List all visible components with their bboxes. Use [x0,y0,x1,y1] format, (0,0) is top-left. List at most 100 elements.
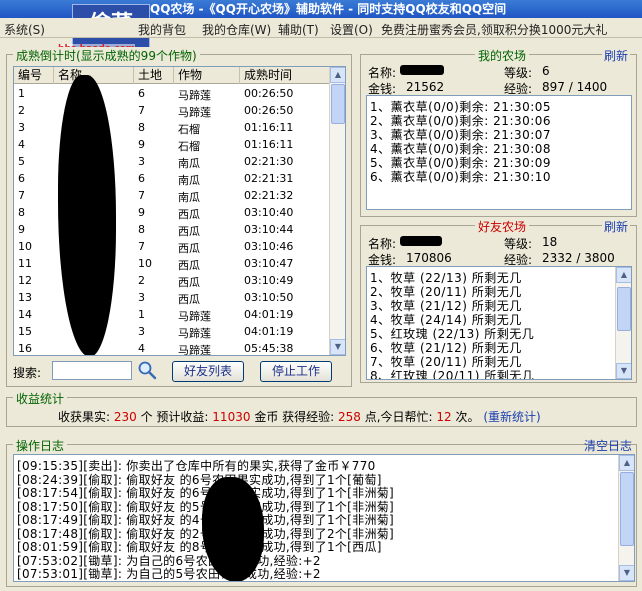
menu-register-promo[interactable]: 免费注册蜜秀会员,领取积分换1000元大礼 [381,21,607,37]
friend-farm-level: 18 [542,235,558,249]
cell-time: 01:16:11 [244,121,294,134]
friend-farm-name-label: 名称: [368,237,397,251]
search-label: 搜索: [13,366,42,380]
cell-crop: 南瓜 [178,157,200,170]
cell-land: 8 [138,223,145,236]
col-time[interactable]: 成熟时间 [240,67,330,84]
friend-list-scrollbar[interactable]: ▲ ▼ [615,267,631,379]
col-land[interactable]: 土地 [134,67,174,84]
cell-land: 9 [138,206,145,219]
cell-time: 02:21:32 [244,189,294,202]
menu-warehouse[interactable]: 我的仓库(W) [202,21,271,37]
scroll-thumb[interactable] [620,472,634,546]
menu-bar: 系统(S) 我的背包 我的仓库(W) 辅助(T) 设置(O) 免费注册蜜秀会员,… [0,18,642,38]
redaction-mark [400,236,442,246]
scroll-down-icon[interactable]: ▼ [619,565,634,581]
cell-time: 04:01:19 [244,308,294,321]
cell-crop: 西瓜 [178,293,200,306]
cell-land: 3 [138,325,145,338]
cell-id: 10 [18,240,32,253]
cell-crop: 南瓜 [178,174,200,187]
cell-time: 03:10:50 [244,291,294,304]
log-scrollbar[interactable]: ▲ ▼ [618,455,634,581]
cell-crop: 西瓜 [178,276,200,289]
stop-work-button[interactable]: 停止工作 [260,361,332,382]
cell-time: 03:10:46 [244,240,294,253]
cell-id: 3 [18,121,25,134]
stats-title: 收益统计 [13,390,68,407]
cell-id: 12 [18,274,32,287]
menu-system[interactable]: 系统(S) [4,21,45,37]
crop-countdown-title: 成熟倒计时(显示成熟的99个作物) [13,47,200,64]
friend-list-button[interactable]: 好友列表 [172,361,244,382]
cell-land: 7 [138,189,145,202]
scroll-thumb[interactable] [331,84,345,124]
magnifier-icon[interactable] [137,360,157,380]
cell-id: 15 [18,325,32,338]
scroll-up-icon[interactable]: ▲ [616,267,631,283]
list-item[interactable]: 6、薰衣草(0/0)剩余: 21:30:10 [370,168,551,185]
table-row[interactable]: 2 7 马蹄莲 00:26:50 [14,102,330,119]
cell-time: 03:10:49 [244,274,294,287]
cell-time: 04:01:19 [244,325,294,338]
cell-time: 03:10:40 [244,206,294,219]
cell-land: 9 [138,138,145,151]
scroll-down-icon[interactable]: ▼ [616,363,631,379]
cell-land: 3 [138,155,145,168]
col-crop[interactable]: 作物 [174,67,240,84]
harvest-count: 230 [113,410,137,424]
table-row[interactable]: 14 1 马蹄莲 04:01:19 [14,306,330,323]
scroll-up-icon[interactable]: ▲ [619,455,634,471]
exp-gain-value: 258 [338,410,361,424]
cell-land: 3 [138,291,145,304]
cell-time: 01:16:11 [244,138,294,151]
table-row[interactable]: 13 3 西瓜 03:10:50 [14,289,330,306]
cell-id: 7 [18,189,25,202]
log-list[interactable]: [09:15:35][卖出]: 你卖出了仓库中所有的果实,获得了金币￥770 [0… [13,454,635,582]
menu-assist[interactable]: 辅助(T) [278,21,319,37]
my-farm-name-label: 名称: [368,66,397,80]
menu-backpack[interactable]: 我的背包 [138,21,186,37]
table-row[interactable]: 1 6 马蹄莲 00:26:50 [14,85,330,102]
my-farm-title: 我的农场 [475,47,530,64]
help-tail: 次。 [455,410,480,424]
cell-id: 6 [18,172,25,185]
cell-land: 8 [138,121,145,134]
scroll-thumb[interactable] [617,287,631,331]
list-item[interactable]: 8、红玫瑰 (20/11) 所剩无几 [370,367,534,379]
redaction-mark [400,65,444,75]
help-label: 点,今日帮忙: [364,410,433,424]
col-id[interactable]: 编号 [14,67,54,84]
my-farm-refresh-button[interactable]: 刷新 [601,47,630,64]
cell-time: 00:26:50 [244,104,294,117]
my-farm-crop-list[interactable]: 1、薰衣草(0/0)剩余: 21:30:05 2、薰衣草(0/0)剩余: 21:3… [366,95,632,210]
table-row[interactable]: 15 3 马蹄莲 04:01:19 [14,323,330,340]
clear-log-button[interactable]: 清空日志 [584,437,632,454]
cell-crop: 南瓜 [178,191,200,204]
cell-land: 2 [138,274,145,287]
cell-time: 00:26:50 [244,87,294,100]
cell-land: 1 [138,308,145,321]
cell-time: 03:10:47 [244,257,294,270]
friend-farm-crop-list[interactable]: 1、牧草 (22/13) 所剩无几 2、牧草 (20/11) 所剩无几 3、牧草 (… [366,266,632,380]
help-count: 12 [436,410,452,424]
cell-id: 1 [18,87,25,100]
friend-farm-exp: 2332 / 3800 [542,251,615,265]
cell-crop: 马蹄莲 [178,89,211,102]
table-row[interactable]: 16 4 马蹄莲 05:45:38 [14,340,330,355]
cell-crop: 西瓜 [178,208,200,221]
scroll-down-icon[interactable]: ▼ [330,339,345,355]
cell-id: 8 [18,206,25,219]
my-farm-level-label: 等级: [504,66,533,80]
crop-table-scrollbar[interactable]: ▲ ▼ [329,67,345,355]
search-input[interactable] [52,361,132,380]
friend-farm-refresh-button[interactable]: 刷新 [601,218,630,235]
cell-crop: 石榴 [178,140,200,153]
cell-id: 14 [18,308,32,321]
reset-stats-link[interactable]: (重新统计) [483,410,540,424]
scroll-up-icon[interactable]: ▲ [330,67,345,83]
crop-table-header: 编号 名称 土地 作物 成熟时间 [14,67,330,84]
log-entry[interactable]: [07:53:01][锄草]: 为自己的5号农田锄草成功,经验:+2 [17,565,321,581]
menu-settings[interactable]: 设置(O) [330,21,373,37]
cell-land: 10 [138,257,152,270]
